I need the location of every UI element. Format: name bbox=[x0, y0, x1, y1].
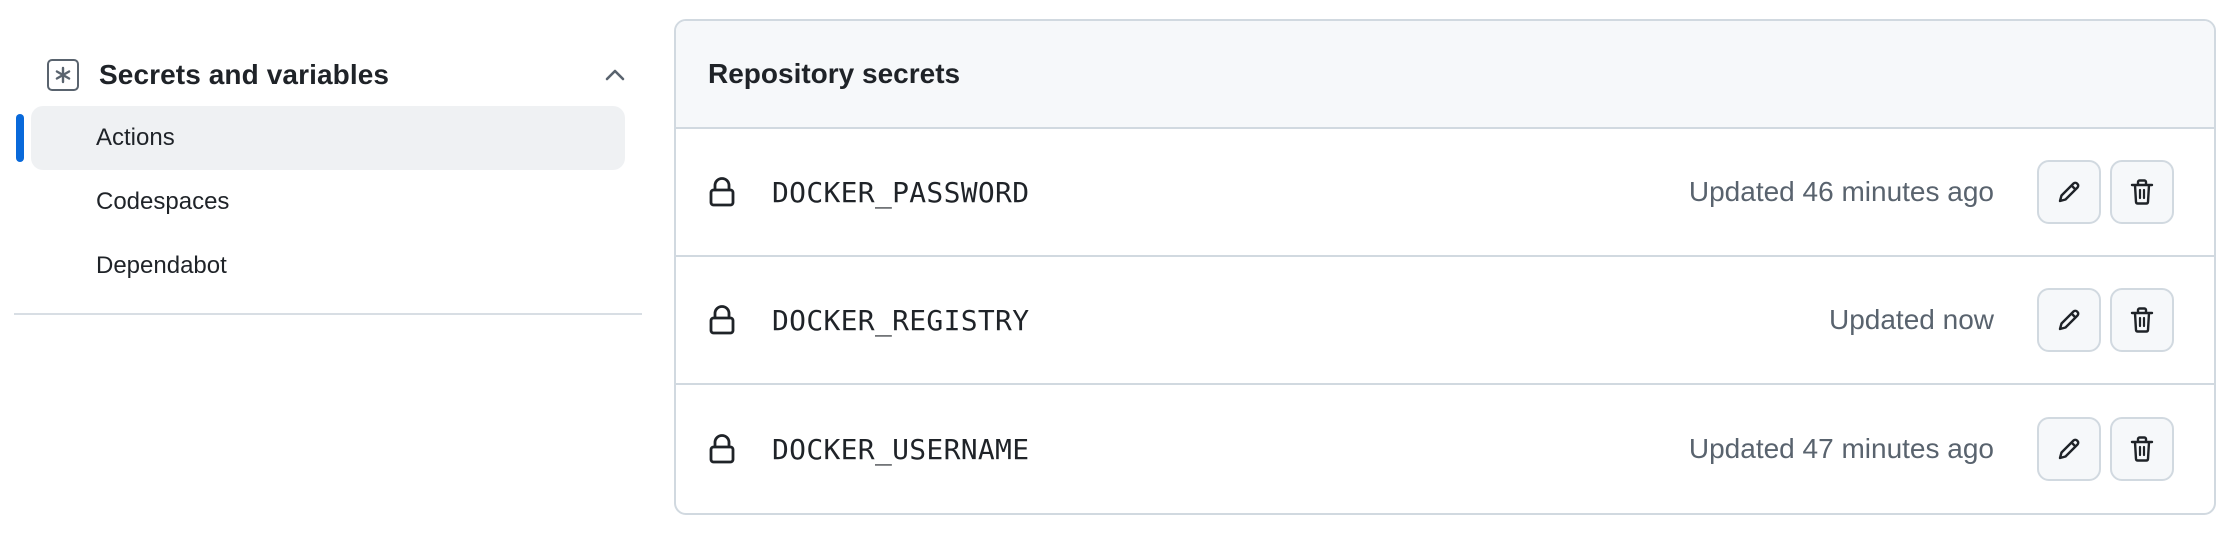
repository-secrets-panel: Repository secrets DOCKER_PASSWORD Updat… bbox=[674, 19, 2216, 515]
secret-row: DOCKER_PASSWORD Updated 46 minutes ago bbox=[676, 129, 2214, 257]
edit-secret-button[interactable] bbox=[2037, 417, 2101, 481]
trash-icon bbox=[2130, 307, 2154, 333]
active-indicator bbox=[16, 114, 24, 162]
chevron-up-icon[interactable] bbox=[601, 61, 629, 89]
sidebar-item-label: Dependabot bbox=[96, 252, 227, 279]
secret-updated-time: Updated 46 minutes ago bbox=[1688, 176, 1994, 207]
panel-header: Repository secrets bbox=[676, 21, 2214, 129]
sidebar-item-label: Codespaces bbox=[96, 188, 230, 215]
lock-icon bbox=[708, 176, 736, 208]
sidebar-item-label: Actions bbox=[96, 124, 175, 151]
secret-name: DOCKER_PASSWORD bbox=[772, 175, 1030, 209]
settings-page: Secrets and variables Actions Codespaces… bbox=[0, 0, 2232, 540]
sidebar-item-codespaces[interactable]: Codespaces bbox=[14, 170, 642, 234]
secret-row: DOCKER_USERNAME Updated 47 minutes ago bbox=[676, 385, 2214, 513]
secrets-and-variables-toggle[interactable]: Secrets and variables bbox=[47, 51, 629, 99]
delete-secret-button[interactable] bbox=[2110, 417, 2174, 481]
secret-updated-time: Updated 47 minutes ago bbox=[1688, 433, 1994, 464]
secret-name: DOCKER_REGISTRY bbox=[772, 303, 1030, 337]
secret-name: DOCKER_USERNAME bbox=[772, 432, 1030, 466]
sidebar-item-dependabot[interactable]: Dependabot bbox=[14, 234, 642, 298]
asterisk-box-icon bbox=[47, 59, 79, 91]
trash-icon bbox=[2130, 436, 2154, 462]
trash-icon bbox=[2130, 179, 2154, 205]
delete-secret-button[interactable] bbox=[2110, 160, 2174, 224]
edit-secret-button[interactable] bbox=[2037, 288, 2101, 352]
delete-secret-button[interactable] bbox=[2110, 288, 2174, 352]
sidebar-divider bbox=[14, 313, 642, 315]
secret-row: DOCKER_REGISTRY Updated now bbox=[676, 257, 2214, 385]
panel-title: Repository secrets bbox=[708, 58, 961, 89]
edit-secret-button[interactable] bbox=[2037, 160, 2101, 224]
sidebar-item-actions[interactable]: Actions bbox=[14, 106, 642, 170]
pencil-icon bbox=[2058, 438, 2080, 460]
section-title: Secrets and variables bbox=[99, 59, 390, 90]
lock-icon bbox=[708, 304, 736, 336]
lock-icon bbox=[708, 433, 736, 465]
secrets-nav-list: Actions Codespaces Dependabot bbox=[14, 106, 642, 298]
secret-updated-time: Updated now bbox=[1828, 304, 1994, 335]
settings-sidebar: Secrets and variables Actions Codespaces… bbox=[14, 0, 642, 540]
pencil-icon bbox=[2058, 181, 2080, 203]
pencil-icon bbox=[2058, 309, 2080, 331]
